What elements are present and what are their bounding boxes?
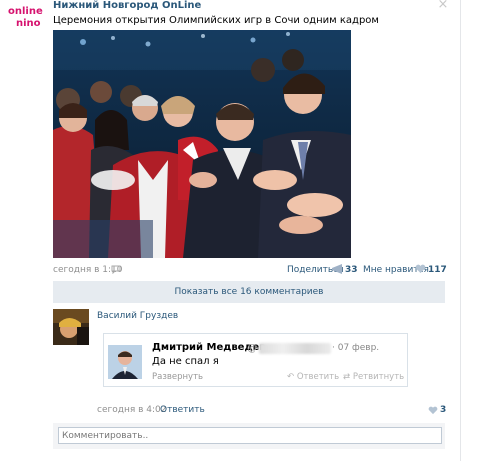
- tweet-handle-prefix: @: [247, 343, 257, 354]
- megaphone-icon: [331, 264, 343, 274]
- tweet-avatar[interactable]: [108, 345, 142, 379]
- tweet-reply-button[interactable]: ↶ Ответить: [287, 372, 339, 382]
- tweet-reply-label: Ответить: [296, 372, 340, 382]
- retweet-icon: ⇄: [343, 372, 351, 382]
- tweet-text: Да не спал я: [152, 356, 219, 367]
- comment-icon: [111, 264, 121, 275]
- tweet-expand-link[interactable]: Развернуть: [152, 372, 203, 382]
- tweet-handle-redacted: [259, 343, 331, 354]
- group-logo[interactable]: online nino: [7, 3, 47, 29]
- share-count: 33: [345, 265, 358, 275]
- logo-text-line1: online: [8, 6, 43, 17]
- comment-author-link[interactable]: Василий Груздев: [97, 311, 178, 321]
- show-all-comments-button[interactable]: Показать все 16 комментариев: [53, 281, 445, 303]
- logo-text-line2: nino: [16, 18, 41, 29]
- avatar[interactable]: [53, 309, 89, 345]
- heart-icon[interactable]: [428, 406, 438, 415]
- post-text: Церемония открытия Олимпийских игр в Соч…: [53, 15, 379, 26]
- comment-input[interactable]: [58, 427, 442, 444]
- tweet-date[interactable]: · 07 февр.: [332, 343, 379, 353]
- group-name-link[interactable]: Нижний Новгород OnLine: [53, 0, 201, 11]
- page-divider: [460, 0, 461, 461]
- post-photo[interactable]: [53, 30, 351, 258]
- comment-reply-link[interactable]: Ответить: [160, 405, 205, 415]
- reply-arrow-icon: ↶: [287, 372, 295, 382]
- comment-date[interactable]: сегодня в 4:02: [97, 405, 166, 415]
- like-count: 117: [428, 265, 447, 275]
- heart-icon[interactable]: [415, 264, 426, 274]
- tweet-retweet-label: Ретвитнуть: [352, 372, 405, 382]
- close-icon[interactable]: ×: [437, 0, 449, 11]
- comment-like-count: 3: [440, 405, 447, 415]
- tweet-retweet-button[interactable]: ⇄ Ретвитнуть: [343, 372, 404, 382]
